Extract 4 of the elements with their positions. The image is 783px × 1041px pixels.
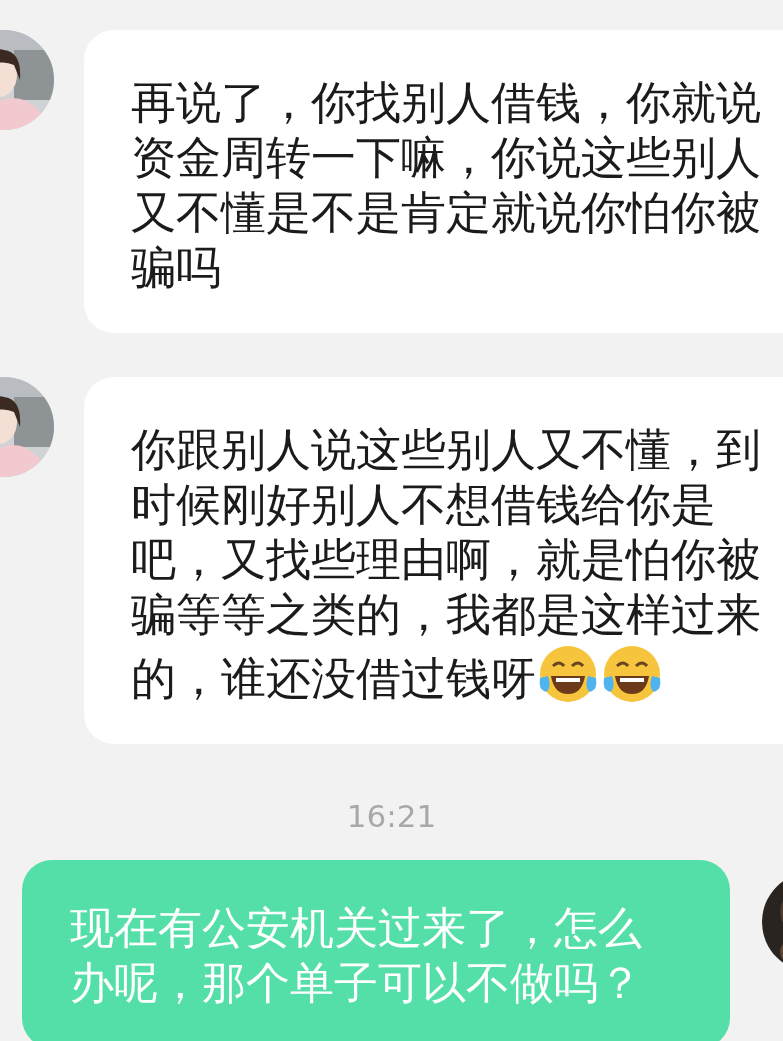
message-bubble: 再说了，你找别人借钱，你就说资金周转一下嘛，你说这些别人又不懂是不是肯定就说你怕你被骗吗: [84, 30, 783, 333]
timestamp: 16:21: [346, 798, 437, 834]
message-bubble: 你跟别人说这些别人又不懂，到时候刚好别人不想借钱给你是吧，又找些理由啊，就是怕你被骗等等之类的，我都是这样过来的，谁还没借过钱呀: [84, 377, 783, 744]
message-bubble: 现在有公安机关过来了，怎么办呢，那个单子可以不做吗？: [22, 860, 730, 1041]
